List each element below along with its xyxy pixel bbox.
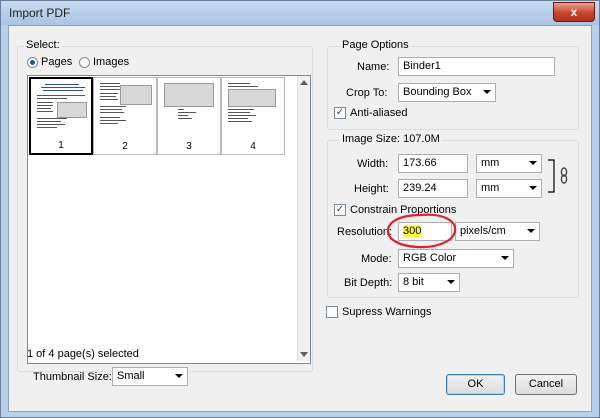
chevron-down-icon [529, 161, 537, 165]
name-label: Name: [357, 61, 390, 73]
page-preview [98, 81, 152, 131]
page-number: 4 [250, 141, 256, 152]
width-label: Width: [357, 158, 389, 170]
page-number: 3 [186, 141, 192, 152]
selection-status: 1 of 4 page(s) selected [27, 348, 139, 360]
resolution-unit-select[interactable]: pixels/cm [455, 222, 540, 241]
crop-to-select[interactable]: Bounding Box [398, 83, 496, 102]
ok-button[interactable]: OK [446, 374, 505, 395]
scroll-down-arrow-icon[interactable] [300, 352, 308, 357]
bit-depth-value: 8 bit [403, 276, 424, 288]
chevron-down-icon [483, 90, 491, 94]
thumbnail-size-select[interactable]: Small [112, 367, 188, 386]
dialog-body: Select: Pages Images 1 2 3 4 1 of 4 page… [8, 25, 592, 412]
annotation-circle [386, 213, 457, 249]
pages-radio[interactable] [27, 57, 38, 68]
height-unit-value: mm [481, 182, 500, 194]
checkmark-icon: ✓ [335, 107, 345, 118]
constrain-proportions-checkbox[interactable]: ✓ [334, 204, 346, 216]
chevron-down-icon [447, 280, 455, 284]
page-preview [162, 81, 216, 131]
images-radio[interactable] [79, 57, 90, 68]
chevron-down-icon [527, 229, 535, 233]
resolution-unit-value: pixels/cm [460, 225, 506, 237]
mode-select[interactable]: RGB Color [398, 249, 514, 268]
page-preview [226, 81, 280, 131]
page-thumbnail-list[interactable]: 1 2 3 4 [27, 75, 311, 364]
title-bar[interactable]: Import PDF x [1, 1, 599, 25]
scroll-up-arrow-icon[interactable] [300, 80, 308, 85]
crop-to-label: Crop To: [346, 87, 388, 99]
crop-to-value: Bounding Box [403, 86, 472, 98]
width-input[interactable]: 173.66 [398, 154, 468, 173]
import-pdf-dialog: Import PDF x Select: Pages Images 1 2 3 … [0, 0, 600, 418]
thumbnail-scrollbar[interactable] [297, 76, 310, 361]
chevron-down-icon [175, 374, 183, 378]
bit-depth-label: Bit Depth: [344, 277, 393, 289]
mode-value: RGB Color [403, 252, 457, 264]
chevron-down-icon [501, 256, 509, 260]
page-options-label: Page Options [340, 39, 411, 51]
bit-depth-select[interactable]: 8 bit [398, 273, 460, 292]
window-title: Import PDF [9, 6, 71, 20]
page-thumbnail[interactable]: 3 [157, 77, 221, 155]
height-input[interactable]: 239.24 [398, 179, 468, 198]
checkmark-icon: ✓ [335, 204, 345, 215]
page-number: 2 [122, 141, 128, 152]
images-radio-label[interactable]: Images [93, 56, 129, 68]
select-group-label: Select: [24, 39, 62, 51]
name-input[interactable]: Binder1 [398, 57, 555, 76]
page-thumbnail[interactable]: 4 [221, 77, 285, 155]
cancel-button[interactable]: Cancel [515, 374, 577, 395]
height-unit-select[interactable]: mm [476, 179, 542, 198]
image-size-label: Image Size: 107.0M [340, 133, 442, 145]
suppress-warnings-checkbox[interactable] [326, 306, 338, 318]
width-unit-value: mm [481, 157, 500, 169]
mode-label: Mode: [361, 253, 392, 265]
pages-radio-label[interactable]: Pages [41, 56, 72, 68]
suppress-warnings-label[interactable]: Supress Warnings [342, 306, 431, 318]
close-button[interactable]: x [553, 2, 595, 22]
thumbnail-size-label: Thumbnail Size: [33, 371, 112, 383]
anti-aliased-label[interactable]: Anti-aliased [350, 107, 407, 119]
height-label: Height: [354, 183, 389, 195]
thumbnail-size-value: Small [117, 370, 145, 382]
chevron-down-icon [529, 186, 537, 190]
link-proportions-icon [548, 159, 568, 193]
page-thumbnail[interactable]: 2 [93, 77, 157, 155]
page-thumbnail[interactable]: 1 [29, 77, 93, 155]
page-preview [35, 82, 87, 132]
anti-aliased-checkbox[interactable]: ✓ [334, 107, 346, 119]
page-number: 1 [58, 140, 64, 151]
width-unit-select[interactable]: mm [476, 154, 542, 173]
